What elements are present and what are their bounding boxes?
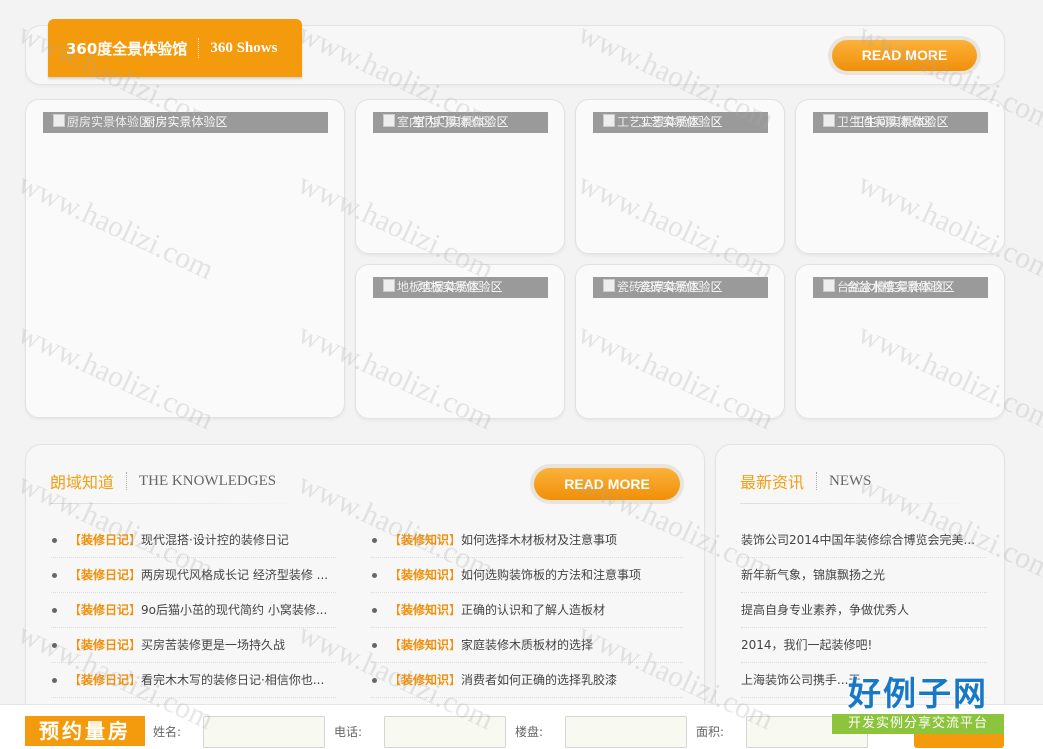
broken-image-icon: 厨房实景体验区 [43,112,151,133]
tile-kitchen[interactable]: 厨房实景体验区 厨房实景体验区 [25,99,345,418]
estate-label: 楼盘: [515,725,544,739]
tile-caption: 卫生间实景体验区 卫生间实景体验区 [813,112,988,133]
tile-caption: 室内门实景体验区 室内门实景体验区 [373,112,548,133]
item-text[interactable]: 如何选择木材板材及注意事项 [461,533,617,547]
site-logo: 好例子网 开发实例分享交流平台 [832,674,1004,740]
showcase-header: 360度全景体验馆 360 Shows READ MORE [25,19,1005,85]
item-tag: 【装修日记】 [69,638,142,652]
broken-image-icon: 卫生间实景体验区 [813,112,933,133]
tile-interior-door[interactable]: 室内门实景体验区 室内门实景体验区 [355,99,565,254]
item-tag: 【装修知识】 [389,568,462,582]
tile-caption: 地板实景体验区 地板实景体验区 [373,277,548,298]
heading-underline [740,503,980,504]
news-list: 装饰公司2014中国年装修综合博览会完美... 新年新气象，锦旗飘扬之光 提高自… [741,523,987,698]
heading-underline [50,503,310,504]
booking-title: 预约量房 [25,716,145,746]
item-text[interactable]: 如何选购装饰板的方法和注意事项 [461,568,641,582]
tile-bathroom[interactable]: 卫生间实景体验区 卫生间实景体验区 [795,99,1005,254]
item-text[interactable]: 买房苦装修更是一场持久战 [141,638,285,652]
list-item[interactable]: 【装修日记】两房现代风格成长记 经济型装修 ... [51,558,336,593]
list-item[interactable]: 【装修日记】9o后猫小茁的现代简约 小窝装修... [51,593,336,628]
broken-image-icon: 地板实景体验区 [373,277,481,298]
broken-image-icon: 瓷砖实景体验区 [593,277,701,298]
news-item[interactable]: 装饰公司2014中国年装修综合博览会完美... [741,523,987,558]
item-tag: 【装修日记】 [69,603,142,617]
list-item[interactable]: 【装修知识】如何选购装饰板的方法和注意事项 [371,558,683,593]
estate-input[interactable] [565,716,687,748]
news-item[interactable]: 新年新气象，锦旗飘扬之光 [741,558,987,593]
item-text[interactable]: 正确的认识和了解人造板材 [461,603,605,617]
list-item[interactable]: 【装修日记】看完木木写的装修日记·相信你也... [51,663,336,698]
tile-caption: 工艺实景体验区 工艺实景体验区 [593,112,768,133]
news-heading: 最新资讯 NEWS [740,469,872,493]
title-divider [198,38,200,58]
item-tag: 【装修日记】 [69,533,142,547]
knowledge-heading: 朗域知道 THE KNOWLEDGES [50,469,276,493]
item-tag: 【装修日记】 [69,568,142,582]
tile-craft[interactable]: 工艺实景体验区 工艺实景体验区 [575,99,785,254]
tile-floor[interactable]: 地板实景体验区 地板实景体验区 [355,264,565,419]
broken-image-icon: 工艺实景体验区 [593,112,701,133]
name-label: 姓名: [153,725,182,739]
list-item[interactable]: 【装修知识】家庭装修木质板材的选择 [371,628,683,663]
knowledge-list: 【装修知识】如何选择木材板材及注意事项 【装修知识】如何选购装饰板的方法和注意事… [371,523,683,698]
item-tag: 【装修知识】 [389,673,462,687]
tile-tile[interactable]: 瓷砖实景体验区 瓷砖实景体验区 [575,264,785,419]
tile-caption: 台盆水槽实景体验区 台盆水槽实景体验区 [813,277,988,298]
knowledge-panel: 朗域知道 THE KNOWLEDGES READ MORE 【装修日记】现代混搭… [25,444,705,744]
item-tag: 【装修知识】 [389,603,462,617]
news-item[interactable]: 提高自身专业素养，争做优秀人 [741,593,987,628]
list-item[interactable]: 【装修日记】买房苦装修更是一场持久战 [51,628,336,663]
knowledge-title-en: THE KNOWLEDGES [139,472,277,489]
item-text[interactable]: 两房现代风格成长记 经济型装修 ... [141,568,328,582]
tile-caption: 厨房实景体验区 厨房实景体验区 [43,112,328,133]
phone-label: 电话: [334,725,363,739]
showcase-title-cn: 360度全景体验馆 [66,39,188,58]
phone-input[interactable] [384,716,506,748]
tile-caption: 瓷砖实景体验区 瓷砖实景体验区 [593,277,768,298]
list-item[interactable]: 【装修知识】消费者如何正确的选择乳胶漆 [371,663,683,698]
news-title-cn: 最新资讯 [740,473,805,492]
item-text[interactable]: 家庭装修木质板材的选择 [461,638,593,652]
knowledge-title-cn: 朗域知道 [50,473,115,492]
item-tag: 【装修日记】 [69,673,142,687]
area-label: 面积: [696,725,725,739]
list-item[interactable]: 【装修知识】如何选择木材板材及注意事项 [371,523,683,558]
item-tag: 【装修知识】 [389,533,462,547]
tile-caption-text: 厨房实景体验区 [143,115,228,129]
list-item[interactable]: 【装修日记】现代混搭·设计控的装修日记 [51,523,336,558]
news-item[interactable]: 2014，我们一起装修吧! [741,628,987,663]
tile-basin-sink[interactable]: 台盆水槽实景体验区 台盆水槽实景体验区 [795,264,1005,419]
diary-list: 【装修日记】现代混搭·设计控的装修日记 【装修日记】两房现代风格成长记 经济型装… [51,523,336,698]
logo-main-text: 好例子网 [848,674,988,713]
news-title-en: NEWS [829,472,872,489]
item-text[interactable]: 消费者如何正确的选择乳胶漆 [461,673,617,687]
title-divider [126,472,128,490]
showcase-title-en: 360 Shows [210,39,278,56]
name-input[interactable] [203,716,325,748]
item-text[interactable]: 9o后猫小茁的现代简约 小窝装修... [141,603,327,617]
title-divider [816,472,818,490]
list-item[interactable]: 【装修知识】正确的认识和了解人造板材 [371,593,683,628]
showcase-read-more-button[interactable]: READ MORE [832,40,977,71]
showcase-title-tab: 360度全景体验馆 360 Shows [48,19,302,77]
knowledge-read-more-button[interactable]: READ MORE [534,468,680,500]
item-text[interactable]: 看完木木写的装修日记·相信你也... [141,673,324,687]
broken-image-icon: 台盆水槽实景体验区 [813,277,945,298]
item-tag: 【装修知识】 [389,638,462,652]
broken-image-icon: 室内门实景体验区 [373,112,493,133]
item-text[interactable]: 现代混搭·设计控的装修日记 [141,533,289,547]
logo-sub-text: 开发实例分享交流平台 [832,714,1004,734]
